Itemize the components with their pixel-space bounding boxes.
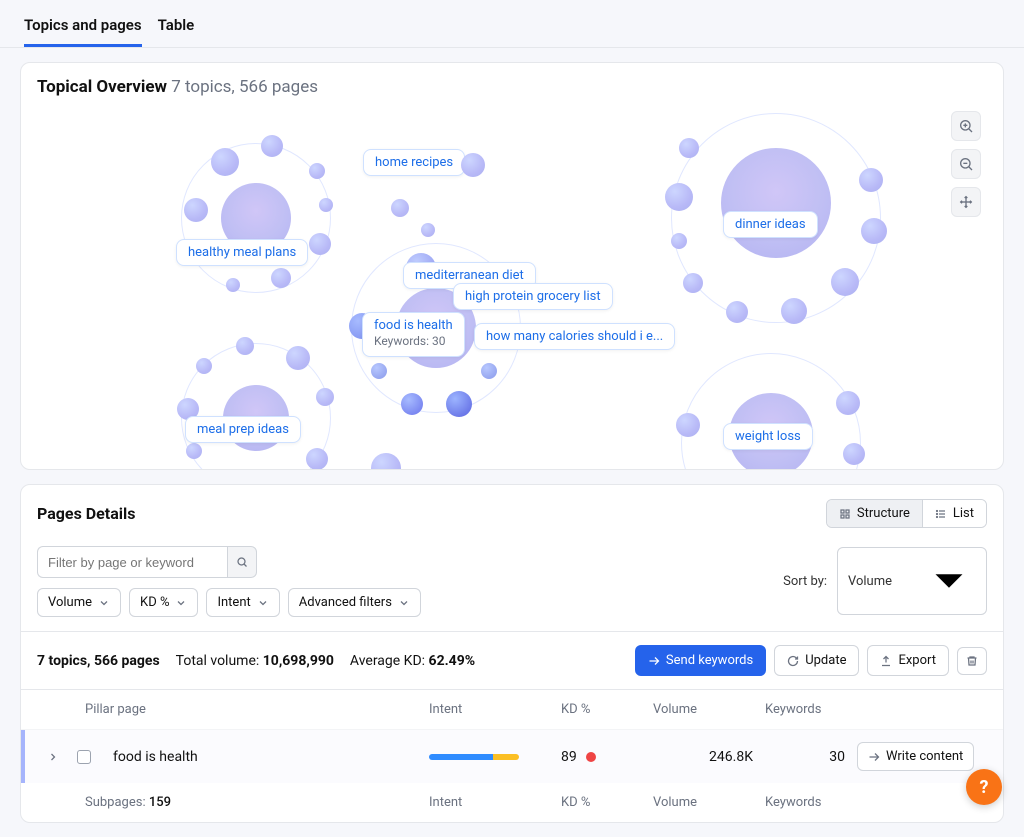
sort-select[interactable]: Volume — [837, 547, 987, 615]
cluster-label-dinner-ideas[interactable]: dinner ideas — [723, 211, 818, 238]
cluster-label-healthy-meal-plans[interactable]: healthy meal plans — [176, 239, 308, 266]
cluster-label-high-protein-grocery-list[interactable]: high protein grocery list — [453, 283, 613, 310]
delete-button[interactable] — [957, 647, 987, 675]
table-row[interactable]: food is health 89 246.8K 30 Write conten… — [21, 730, 1003, 783]
col-intent: Intent — [429, 702, 549, 717]
col-kd: KD % — [561, 702, 641, 717]
export-label: Export — [898, 653, 936, 668]
col-keywords: Keywords — [765, 702, 845, 717]
row-kd-value: 89 — [561, 749, 577, 765]
filter-input[interactable] — [37, 546, 227, 578]
update-label: Update — [805, 653, 846, 668]
expand-row-button[interactable] — [41, 751, 65, 763]
subpages-header-row: Subpages: 159 Intent KD % Volume Keyword… — [21, 783, 1003, 822]
col-volume: Volume — [653, 702, 753, 717]
chevron-down-icon — [257, 597, 269, 609]
chevron-down-icon — [98, 597, 110, 609]
avg-kd-value: 62.49% — [429, 653, 476, 669]
export-icon — [880, 655, 892, 667]
filter-volume[interactable]: Volume — [37, 588, 121, 617]
refresh-icon — [787, 655, 799, 667]
intent-bar — [429, 754, 519, 760]
help-button[interactable]: ? — [966, 769, 1002, 805]
intent-segment-commercial — [493, 754, 519, 760]
tab-table[interactable]: Table — [158, 10, 195, 47]
cluster-label-weight-loss[interactable]: weight loss — [723, 423, 813, 450]
share-icon — [648, 655, 660, 667]
cluster-label-how-many-calories[interactable]: how many calories should i e... — [474, 323, 675, 350]
filter-advanced-label: Advanced filters — [299, 595, 392, 610]
topic-visualization[interactable]: healthy meal plans home recipes mediterr… — [21, 103, 1003, 463]
view-structure-label: Structure — [857, 506, 910, 521]
row-kd: 89 — [561, 749, 641, 765]
col-pillar-page: Pillar page — [37, 702, 417, 717]
sub-col-kd: KD % — [561, 795, 641, 810]
search-group — [37, 546, 421, 578]
subpages-label-text: Subpages: — [85, 795, 146, 810]
chevron-down-icon — [922, 554, 976, 608]
share-icon — [868, 751, 880, 763]
row-checkbox[interactable] — [77, 750, 91, 764]
write-content-label: Write content — [886, 749, 963, 764]
food-is-health-text: food is health — [374, 318, 453, 333]
filter-kd-label: KD % — [140, 595, 169, 610]
subpages-count: 159 — [149, 795, 171, 810]
chevron-right-icon — [47, 751, 59, 763]
cluster-label-food-is-health[interactable]: food is health Keywords: 30 — [362, 312, 465, 357]
intent-segment-informational — [429, 754, 493, 760]
cluster-label-home-recipes[interactable]: home recipes — [363, 149, 465, 176]
table-header: Pillar page Intent KD % Volume Keywords — [21, 690, 1003, 730]
write-content-button[interactable]: Write content — [857, 742, 974, 771]
row-name: food is health — [113, 749, 417, 765]
kd-difficulty-dot — [586, 752, 596, 762]
filter-volume-label: Volume — [48, 595, 92, 610]
pages-details-panel: Pages Details Structure List — [20, 484, 1004, 823]
send-keywords-button[interactable]: Send keywords — [635, 645, 766, 676]
chevron-down-icon — [175, 597, 187, 609]
export-button[interactable]: Export — [867, 645, 949, 676]
search-button[interactable] — [227, 546, 257, 578]
list-icon — [935, 508, 947, 520]
row-volume: 246.8K — [653, 749, 753, 765]
cluster-label-meal-prep-ideas[interactable]: meal prep ideas — [185, 416, 301, 443]
avg-kd-label: Average KD: — [350, 653, 425, 669]
filter-kd[interactable]: KD % — [129, 588, 198, 617]
trash-icon — [966, 655, 978, 667]
food-is-health-keywords: Keywords: 30 — [374, 334, 446, 348]
row-keywords: 30 — [765, 749, 845, 765]
subpages-label: Subpages: 159 — [37, 795, 417, 810]
view-list-label: List — [953, 506, 974, 521]
overview-title: Topical Overview — [37, 77, 167, 97]
tabs-bar: Topics and pages Table — [0, 0, 1024, 48]
send-keywords-label: Send keywords — [666, 653, 753, 668]
sub-col-keywords: Keywords — [765, 795, 845, 810]
update-button[interactable]: Update — [774, 645, 859, 676]
search-icon — [236, 556, 248, 568]
total-volume-value: 10,698,990 — [263, 653, 334, 669]
filter-advanced[interactable]: Advanced filters — [288, 588, 421, 617]
chevron-down-icon — [398, 597, 410, 609]
summary-topics-pages: 7 topics, 566 pages — [37, 653, 160, 669]
view-list-button[interactable]: List — [922, 500, 986, 527]
sub-col-volume: Volume — [653, 795, 753, 810]
structure-icon — [839, 508, 851, 520]
view-toggle: Structure List — [826, 499, 987, 528]
overview-header: Topical Overview 7 topics, 566 pages — [37, 77, 987, 97]
sort-value: Volume — [848, 574, 892, 589]
topical-overview-panel: Topical Overview 7 topics, 566 pages — [20, 62, 1004, 470]
sort-by-label: Sort by: — [783, 574, 827, 589]
sub-col-intent: Intent — [429, 795, 549, 810]
overview-subtitle: 7 topics, 566 pages — [171, 77, 318, 97]
filter-intent[interactable]: Intent — [206, 588, 279, 617]
tab-topics-and-pages[interactable]: Topics and pages — [24, 10, 142, 47]
pages-details-title: Pages Details — [37, 504, 135, 523]
total-volume-label: Total volume: — [176, 653, 260, 669]
view-structure-button[interactable]: Structure — [827, 500, 922, 527]
filter-intent-label: Intent — [217, 595, 250, 610]
